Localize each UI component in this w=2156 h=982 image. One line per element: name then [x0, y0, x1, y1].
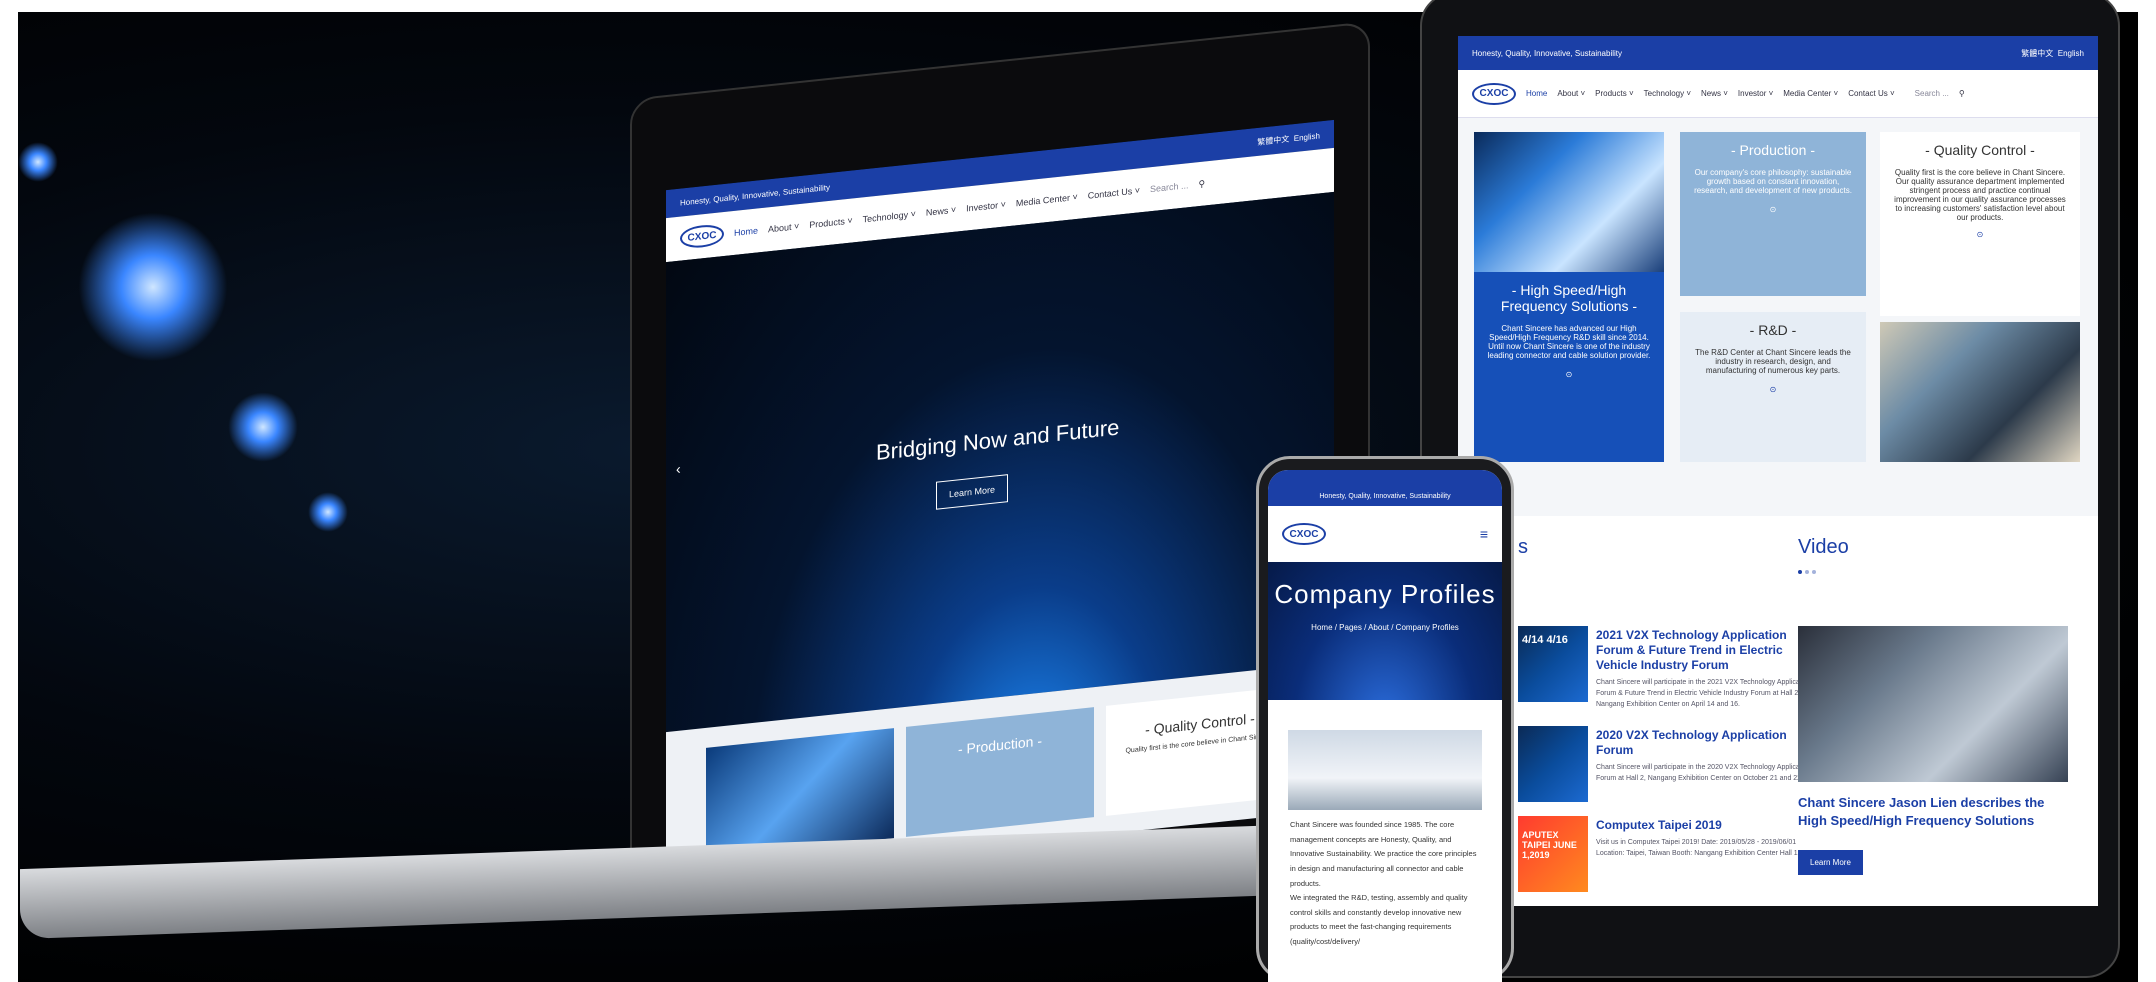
nav-media-center[interactable]: Media Center ˅: [1783, 89, 1838, 98]
glow-light: [228, 392, 298, 462]
nav-investor[interactable]: Investor ˅: [966, 199, 1006, 213]
logo[interactable]: CXOC: [1472, 82, 1516, 105]
card-text: Our company's core philosophy: sustainab…: [1694, 168, 1852, 195]
news-body: Chant Sincere will participate in the 20…: [1596, 679, 1812, 709]
card-quality-control[interactable]: - Quality Control - Quality first is the…: [1880, 132, 2080, 316]
nav-about[interactable]: About ˅: [768, 221, 799, 234]
card-image: [706, 728, 894, 858]
top-bar: Honesty, Quality, Innovative, Sustainabi…: [1458, 36, 2098, 70]
top-bar: Honesty, Quality, Innovative, Sustainabi…: [1268, 470, 1502, 506]
news-video-section: s 4/14 4/16 2021 V2X Technology Applicat…: [1458, 516, 2098, 906]
news-title[interactable]: 2021 V2X Technology Application Forum & …: [1596, 628, 1826, 673]
news-thumb[interactable]: [1518, 726, 1588, 802]
glow-light: [18, 142, 58, 182]
hero-title: Bridging Now and Future: [876, 414, 1120, 466]
nav-news[interactable]: News ˅: [926, 205, 956, 218]
building-photo: [1288, 730, 1482, 810]
breadcrumb[interactable]: Home / Pages / About / Company Profiles: [1268, 623, 1502, 632]
news-item[interactable]: 2021 V2X Technology Application Forum & …: [1596, 628, 1826, 711]
lang-en-link[interactable]: English: [1294, 131, 1320, 143]
nav-home[interactable]: Home: [734, 225, 758, 238]
card-rd[interactable]: - R&D - The R&D Center at Chant Sincere …: [1680, 312, 1866, 462]
video-heading: Video: [1798, 536, 1849, 558]
paragraph: We integrated the R&D, testing, assembly…: [1290, 893, 1468, 946]
card-title: - Quality Control -: [1925, 142, 2035, 158]
logo[interactable]: CXOC: [680, 223, 724, 250]
news-heading-partial: s: [1518, 536, 1528, 558]
nav-contact[interactable]: Contact Us ˅: [1088, 185, 1140, 200]
lang-en-link[interactable]: English: [2058, 49, 2084, 58]
news-title[interactable]: Computex Taipei 2019: [1596, 818, 1826, 833]
phone-screen: Honesty, Quality, Innovative, Sustainabi…: [1268, 470, 1502, 982]
news-thumb[interactable]: 4/14 4/16: [1518, 626, 1588, 702]
nav-media-center[interactable]: Media Center ˅: [1016, 192, 1078, 208]
laptop-screen: Honesty, Quality, Innovative, Sustainabi…: [666, 119, 1334, 881]
glow-light: [308, 492, 348, 532]
page-title: Company Profiles: [1274, 579, 1496, 609]
nav-about[interactable]: About ˅: [1557, 89, 1585, 98]
arrow-circle-icon[interactable]: ⊙: [1690, 205, 1856, 214]
arrow-circle-icon[interactable]: ⊙: [1890, 230, 2070, 239]
card-text: Quality first is the core believe in Cha…: [1894, 168, 2066, 222]
nav-technology[interactable]: Technology ˅: [863, 209, 916, 225]
prev-arrow-icon[interactable]: ‹: [676, 461, 681, 477]
logo[interactable]: CXOC: [1282, 523, 1326, 545]
search-input[interactable]: Search ...: [1915, 89, 1949, 98]
glow-light: [78, 212, 228, 362]
tagline: Honesty, Quality, Innovative, Sustainabi…: [1472, 48, 1622, 58]
search-icon[interactable]: ⚲: [1199, 178, 1206, 190]
news-item[interactable]: Computex Taipei 2019 Visit us in Compute…: [1596, 818, 1826, 859]
lang-zh-link[interactable]: 繁體中文: [1257, 134, 1289, 146]
news-thumb[interactable]: APUTEX TAIPEI JUNE 1,2019: [1518, 816, 1588, 892]
news-title[interactable]: 2020 V2X Technology Application Forum: [1596, 728, 1826, 758]
card-high-speed[interactable]: - High Speed/High Frequency Solutions - …: [1474, 272, 1664, 462]
hero-banner: ‹ Bridging Now and Future Learn More: [666, 191, 1334, 733]
lab-photo: [1880, 322, 2080, 462]
main-nav: CXOC Home About ˅ Products ˅ Technology …: [1458, 70, 2098, 118]
arrow-circle-icon[interactable]: ⊙: [1484, 370, 1654, 379]
card-production[interactable]: - Production -: [906, 707, 1094, 837]
news-body: Visit us in Computex Taipei 2019! Date: …: [1596, 839, 1820, 858]
tablet-screen: Honesty, Quality, Innovative, Sustainabi…: [1458, 36, 2098, 906]
search-icon[interactable]: ⚲: [1959, 89, 1965, 98]
main-nav: CXOC ≡: [1268, 506, 1502, 562]
card-production[interactable]: - Production - Our company's core philos…: [1680, 132, 1866, 296]
carousel-dots[interactable]: [1798, 570, 1816, 574]
card-title: - Quality Control -: [1145, 710, 1255, 738]
card-title: - High Speed/High Frequency Solutions -: [1500, 282, 1638, 314]
card-title: - Production -: [1730, 142, 1816, 158]
hero-learn-more-button[interactable]: Learn More: [936, 474, 1009, 510]
nav-home[interactable]: Home: [1526, 89, 1547, 98]
card-text: The R&D Center at Chant Sincere leads th…: [1695, 348, 1851, 375]
nav-contact[interactable]: Contact Us ˅: [1848, 89, 1894, 98]
nav-products[interactable]: Products ˅: [1595, 89, 1633, 98]
feature-grid: - High Speed/High Frequency Solutions - …: [1474, 132, 2084, 512]
search-input[interactable]: Search ...: [1150, 180, 1189, 194]
nav-investor[interactable]: Investor ˅: [1738, 89, 1773, 98]
page-hero: Company Profiles Home / Pages / About / …: [1268, 562, 1502, 700]
nav-news[interactable]: News ˅: [1701, 89, 1728, 98]
news-body: Chant Sincere will participate in the 20…: [1596, 764, 1812, 783]
arrow-circle-icon[interactable]: ⊙: [1690, 385, 1856, 394]
video-caption[interactable]: Chant Sincere Jason Lien describes the H…: [1798, 794, 2068, 830]
company-profile-text: Chant Sincere was founded since 1985. Th…: [1268, 810, 1502, 958]
menu-icon[interactable]: ≡: [1480, 526, 1488, 542]
nav-products[interactable]: Products ˅: [809, 215, 852, 230]
card-text: Chant Sincere has advanced our High Spee…: [1487, 324, 1651, 360]
card-title: - R&D -: [1749, 322, 1797, 338]
tagline: Honesty, Quality, Innovative, Sustainabi…: [1319, 493, 1451, 500]
tech-image: [1474, 132, 1664, 272]
paragraph: Chant Sincere was founded since 1985. Th…: [1290, 820, 1477, 888]
news-item[interactable]: 2020 V2X Technology Application Forum Ch…: [1596, 728, 1826, 784]
video-learn-more-button[interactable]: Learn More: [1798, 850, 1863, 875]
nav-technology[interactable]: Technology ˅: [1644, 89, 1691, 98]
video-thumbnail[interactable]: [1798, 626, 2068, 782]
lang-zh-link[interactable]: 繁體中文: [2021, 49, 2053, 58]
